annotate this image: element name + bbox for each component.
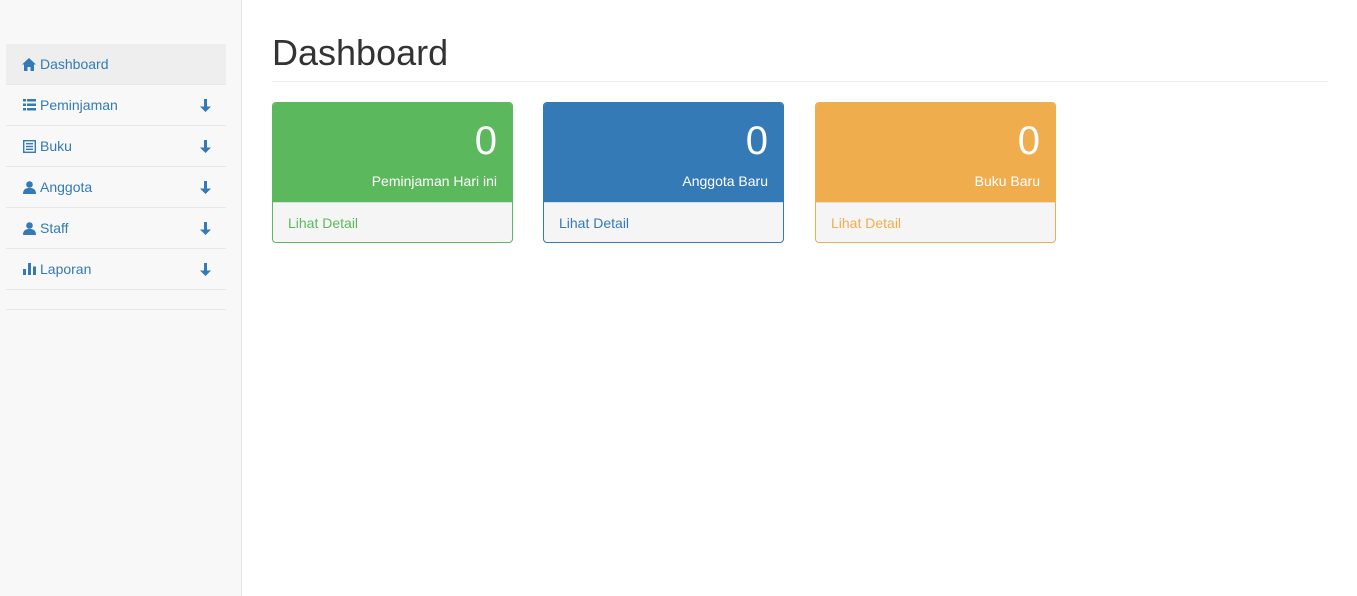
- panel-caption: Buku Baru: [974, 173, 1040, 189]
- sidebar-item-label: Dashboard: [40, 56, 109, 72]
- arrow-down-icon[interactable]: [199, 98, 211, 112]
- panel-buku: 0 Buku Baru Lihat Detail: [815, 102, 1056, 243]
- sidebar-item-label: Anggota: [40, 179, 93, 195]
- sidebar-nav: Dashboard Peminjaman Buku Anggota Staff …: [6, 44, 226, 310]
- arrow-down-icon[interactable]: [199, 180, 211, 194]
- list-icon: [21, 98, 37, 112]
- home-icon: [21, 57, 37, 71]
- panel-count: 0: [474, 119, 497, 163]
- view-detail-link[interactable]: Lihat Detail: [544, 202, 783, 242]
- panel-caption: Peminjaman Hari ini: [371, 173, 497, 189]
- sidebar-divider: [6, 290, 226, 310]
- arrow-down-icon[interactable]: [199, 139, 211, 153]
- panel-heading: 0 Anggota Baru: [544, 103, 783, 202]
- page-title: Dashboard: [272, 0, 1328, 82]
- panel-caption: Anggota Baru: [682, 173, 768, 189]
- panel-heading: 0 Buku Baru: [816, 103, 1055, 202]
- sidebar: Dashboard Peminjaman Buku Anggota Staff …: [0, 0, 242, 596]
- panel-count: 0: [745, 119, 768, 163]
- panel-heading: 0 Peminjaman Hari ini: [273, 103, 512, 202]
- sidebar-item-label: Laporan: [40, 261, 92, 277]
- panel-anggota: 0 Anggota Baru Lihat Detail: [543, 102, 784, 243]
- sidebar-item-laporan[interactable]: Laporan: [6, 249, 226, 290]
- view-detail-link[interactable]: Lihat Detail: [273, 202, 512, 242]
- panel-count: 0: [1017, 119, 1040, 163]
- sidebar-item-peminjaman[interactable]: Peminjaman: [6, 85, 226, 126]
- sidebar-item-anggota[interactable]: Anggota: [6, 167, 226, 208]
- user-icon: [21, 221, 37, 235]
- view-detail-link[interactable]: Lihat Detail: [816, 202, 1055, 242]
- sidebar-item-label: Peminjaman: [40, 97, 118, 113]
- user-icon: [21, 180, 37, 194]
- sidebar-item-dashboard[interactable]: Dashboard: [6, 44, 226, 85]
- bar-chart-icon: [21, 262, 37, 276]
- arrow-down-icon[interactable]: [199, 262, 211, 276]
- book-list-icon: [21, 139, 37, 153]
- sidebar-item-buku[interactable]: Buku: [6, 126, 226, 167]
- sidebar-item-label: Staff: [40, 220, 69, 236]
- sidebar-item-staff[interactable]: Staff: [6, 208, 226, 249]
- arrow-down-icon[interactable]: [199, 221, 211, 235]
- sidebar-item-label: Buku: [40, 138, 72, 154]
- main-content: Dashboard 0 Peminjaman Hari ini Lihat De…: [272, 0, 1328, 243]
- panel-peminjaman: 0 Peminjaman Hari ini Lihat Detail: [272, 102, 513, 243]
